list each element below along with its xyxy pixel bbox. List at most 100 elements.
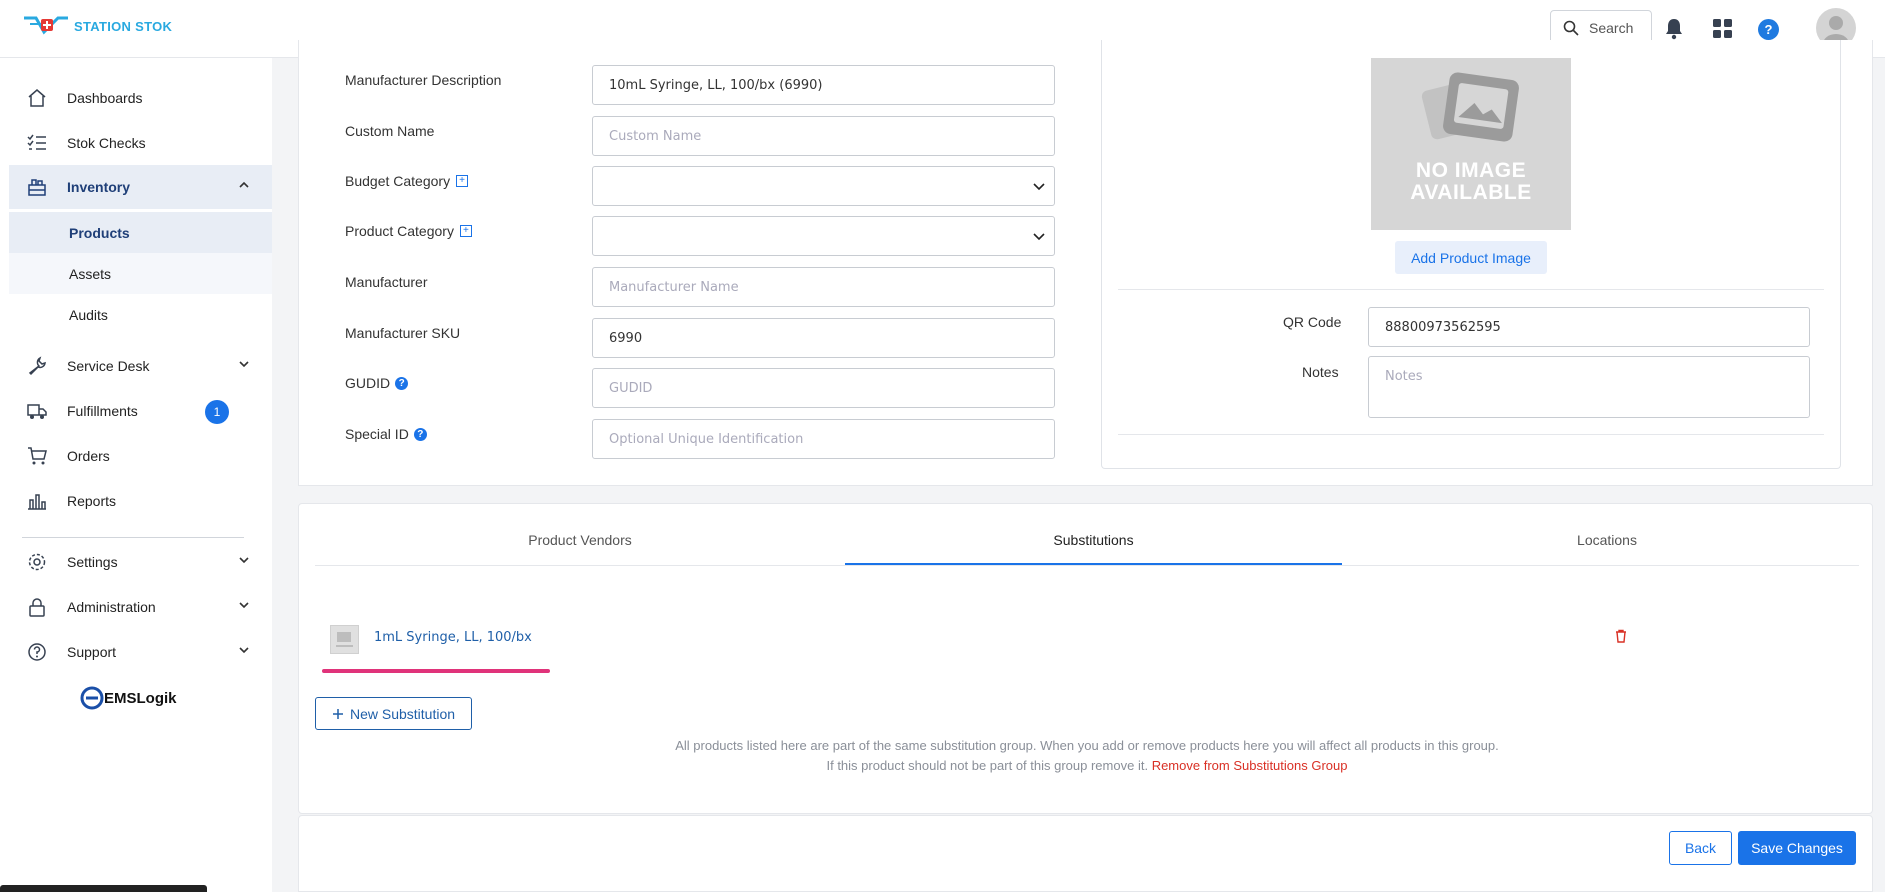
qr-code-input[interactable]: 88800973562595: [1368, 307, 1810, 347]
custom-name-input[interactable]: Custom Name: [592, 116, 1055, 156]
emslogik-logo: EMSLogik: [80, 686, 177, 710]
chevron-down-icon: [1033, 233, 1045, 241]
add-product-image-button[interactable]: Add Product Image: [1395, 241, 1547, 274]
special-id-input[interactable]: Optional Unique Identification: [592, 419, 1055, 459]
chevron-down-icon: [239, 602, 249, 609]
trash-icon[interactable]: [1614, 629, 1628, 646]
apps-grid-icon[interactable]: [1713, 19, 1733, 42]
bar-chart-icon: [28, 494, 46, 510]
tab-locations[interactable]: Locations: [1507, 532, 1707, 548]
tabs-divider: [315, 565, 1859, 566]
highlight-underline: [322, 669, 550, 673]
substitution-thumbnail: [330, 625, 359, 654]
substitution-note-line2: If this product should not be part of th…: [315, 758, 1859, 773]
sidebar-item-label: Service Desk: [67, 358, 150, 374]
tab-substitutions[interactable]: Substitutions: [845, 532, 1342, 548]
chevron-down-icon: [1033, 183, 1045, 191]
substitution-note-line1: All products listed here are part of the…: [675, 738, 1499, 753]
sidebar-item-fulfillments[interactable]: Fulfillments 1: [0, 389, 272, 433]
gudid-label: GUDID?: [345, 375, 409, 391]
qr-code-label: QR Code: [1283, 314, 1342, 330]
sidebar-item-label: Reports: [67, 493, 117, 509]
wrench-icon: [28, 356, 46, 376]
app-name: STATION STOK: [74, 18, 173, 34]
sidebar-item-dashboards[interactable]: Dashboards: [0, 76, 272, 120]
gudid-input[interactable]: GUDID: [592, 368, 1055, 408]
sidebar-subitem-label: Audits: [69, 306, 108, 323]
footer-card: [298, 815, 1873, 892]
sidebar-subitem-audits[interactable]: Audits: [9, 294, 272, 335]
budget-category-label: Budget Category +: [345, 173, 469, 189]
gear-icon: [28, 553, 46, 571]
sidebar-item-stok-checks[interactable]: Stok Checks: [0, 121, 272, 165]
manufacturer-sku-input[interactable]: 6990: [592, 318, 1055, 358]
search-icon: [1563, 20, 1579, 36]
image-placeholder-icon: [1421, 72, 1519, 142]
sidebar-item-label: Administration: [67, 599, 156, 615]
help-icon[interactable]: ?: [1758, 19, 1779, 40]
sidebar-item-reports[interactable]: Reports: [0, 479, 272, 523]
sidebar-subitem-assets[interactable]: Assets: [9, 253, 272, 294]
plus-icon: [332, 708, 343, 719]
product-category-select[interactable]: [592, 216, 1055, 256]
station-stok-logo[interactable]: STATION STOK: [22, 14, 172, 38]
substitution-product-link[interactable]: 1mL Syringe, LL, 100/bx: [374, 630, 532, 645]
chevron-up-icon: [239, 181, 249, 188]
home-icon: [28, 89, 46, 107]
inventory-icon: [28, 179, 46, 196]
add-product-category-icon[interactable]: +: [459, 225, 472, 237]
gudid-info-icon[interactable]: ?: [395, 376, 409, 390]
notes-label: Notes: [1302, 364, 1339, 380]
add-budget-category-icon[interactable]: +: [456, 175, 469, 187]
truck-icon: [27, 404, 47, 419]
tab-product-vendors[interactable]: Product Vendors: [480, 532, 680, 548]
chevron-down-icon: [239, 647, 249, 654]
image-panel-bottom-divider: [1118, 434, 1824, 435]
notes-textarea[interactable]: Notes: [1368, 356, 1810, 418]
sidebar-subitem-label: Assets: [69, 265, 112, 282]
sidebar-item-label: Dashboards: [67, 90, 143, 106]
sidebar-item-administration[interactable]: Administration: [0, 585, 272, 629]
sidebar-divider: [22, 537, 244, 538]
sidebar-item-inventory[interactable]: Inventory: [9, 165, 272, 209]
checklist-icon: [27, 134, 46, 150]
emslogik-logo-icon: [80, 686, 104, 710]
substitution-note-text: If this product should not be part of th…: [826, 758, 1149, 773]
active-tab-indicator: [845, 563, 1342, 565]
no-image-text-line2: AVAILABLE: [1410, 181, 1532, 204]
manufacturer-sku-label: Manufacturer SKU: [345, 325, 461, 341]
manufacturer-description-label: Manufacturer Description: [345, 72, 502, 88]
no-image-placeholder: NO IMAGE AVAILABLE: [1371, 58, 1571, 230]
budget-category-select[interactable]: [592, 166, 1055, 206]
remove-from-group-link[interactable]: Remove from Substitutions Group: [1152, 758, 1348, 773]
help-circle-icon: [28, 643, 46, 661]
chevron-down-icon: [239, 361, 249, 368]
sidebar-item-settings[interactable]: Settings: [0, 540, 272, 584]
sidebar-item-orders[interactable]: Orders: [0, 434, 272, 478]
product-category-label: Product Category +: [345, 223, 472, 239]
lock-icon: [29, 598, 45, 617]
sidebar-item-label: Stok Checks: [67, 135, 146, 151]
search-label: Search: [1589, 19, 1634, 36]
bottom-toast-bar: [0, 885, 207, 892]
back-button[interactable]: Back: [1669, 831, 1732, 865]
new-substitution-label: New Substitution: [349, 705, 456, 722]
new-substitution-button[interactable]: New Substitution: [315, 697, 472, 730]
special-id-info-icon[interactable]: ?: [413, 427, 427, 441]
emslogik-text: EMSLogik: [104, 689, 177, 707]
sidebar-item-label: Support: [67, 644, 117, 660]
sidebar-item-support[interactable]: Support: [0, 630, 272, 674]
cart-icon: [28, 447, 47, 465]
manufacturer-label: Manufacturer: [345, 274, 428, 290]
sidebar-item-service-desk[interactable]: Service Desk: [0, 344, 272, 388]
special-id-label: Special ID?: [345, 426, 427, 442]
manufacturer-input[interactable]: Manufacturer Name: [592, 267, 1055, 307]
manufacturer-description-input[interactable]: 10mL Syringe, LL, 100/bx (6990): [592, 65, 1055, 105]
sidebar-subitem-products[interactable]: Products: [9, 212, 272, 253]
logo-icon: [24, 16, 68, 35]
custom-name-label: Custom Name: [345, 123, 435, 139]
sidebar-item-label: Orders: [67, 448, 110, 464]
save-changes-button[interactable]: Save Changes: [1738, 831, 1856, 865]
sidebar-item-label: Settings: [67, 554, 118, 570]
sidebar-item-label: Inventory: [67, 179, 131, 195]
